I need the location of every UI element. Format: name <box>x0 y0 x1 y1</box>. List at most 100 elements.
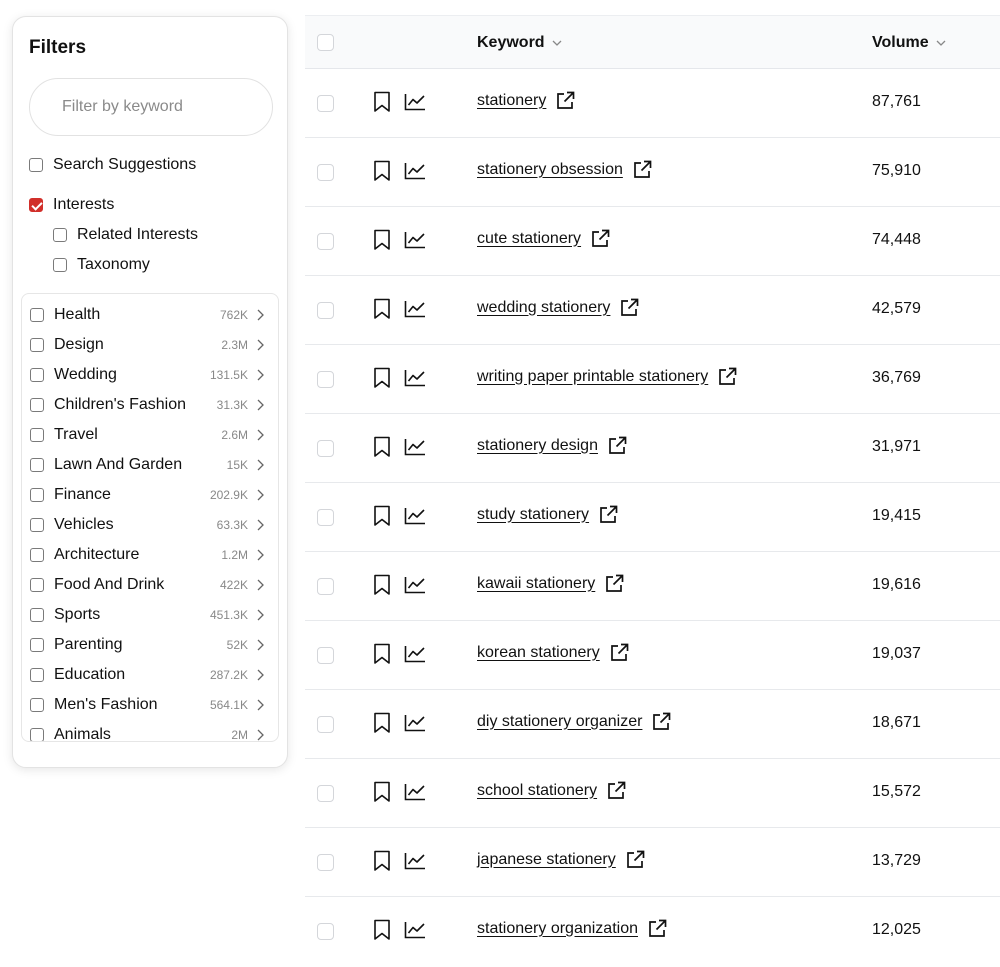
external-link-icon[interactable] <box>608 436 627 455</box>
bookmark-icon[interactable] <box>373 712 391 734</box>
trend-chart-icon[interactable] <box>404 783 426 801</box>
chevron-down-icon[interactable] <box>552 40 562 46</box>
interest-checkbox[interactable] <box>30 488 44 502</box>
interest-item-finance[interactable]: Finance 202.9K <box>22 480 278 510</box>
row-checkbox[interactable] <box>317 440 334 457</box>
external-link-icon[interactable] <box>605 574 624 593</box>
keyword-link[interactable]: kawaii stationery <box>477 575 595 593</box>
external-link-icon[interactable] <box>620 298 639 317</box>
trend-chart-icon[interactable] <box>404 507 426 525</box>
interest-item-travel[interactable]: Travel 2.6M <box>22 420 278 450</box>
trend-chart-icon[interactable] <box>404 921 426 939</box>
interest-checkbox[interactable] <box>30 638 44 652</box>
bookmark-icon[interactable] <box>373 919 391 941</box>
external-link-icon[interactable] <box>607 781 626 800</box>
keyword-link[interactable]: stationery obsession <box>477 161 623 179</box>
row-checkbox[interactable] <box>317 785 334 802</box>
trend-chart-icon[interactable] <box>404 300 426 318</box>
row-checkbox[interactable] <box>317 95 334 112</box>
chevron-right-icon[interactable] <box>257 639 264 651</box>
chevron-right-icon[interactable] <box>257 309 264 321</box>
external-link-icon[interactable] <box>626 850 645 869</box>
bookmark-icon[interactable] <box>373 91 391 113</box>
interest-item-health[interactable]: Health 762K <box>22 300 278 330</box>
select-all-checkbox[interactable] <box>317 34 334 51</box>
row-checkbox[interactable] <box>317 371 334 388</box>
related-interests-checkbox[interactable] <box>53 228 67 242</box>
trend-chart-icon[interactable] <box>404 714 426 732</box>
related-interests-option[interactable]: Related Interests <box>53 226 198 244</box>
interest-checkbox[interactable] <box>30 728 44 741</box>
trend-chart-icon[interactable] <box>404 852 426 870</box>
trend-chart-icon[interactable] <box>404 369 426 387</box>
interest-checkbox[interactable] <box>30 428 44 442</box>
interest-checkbox[interactable] <box>30 548 44 562</box>
interest-item-childrens-fashion[interactable]: Children's Fashion 31.3K <box>22 390 278 420</box>
keyword-link[interactable]: school stationery <box>477 782 597 800</box>
chevron-right-icon[interactable] <box>257 549 264 561</box>
chevron-right-icon[interactable] <box>257 579 264 591</box>
interest-item-vehicles[interactable]: Vehicles 63.3K <box>22 510 278 540</box>
trend-chart-icon[interactable] <box>404 645 426 663</box>
interest-item-mens-fashion[interactable]: Men's Fashion 564.1K <box>22 690 278 720</box>
trend-chart-icon[interactable] <box>404 93 426 111</box>
search-suggestions-checkbox[interactable] <box>29 158 43 172</box>
external-link-icon[interactable] <box>718 367 737 386</box>
chevron-right-icon[interactable] <box>257 609 264 621</box>
keyword-link[interactable]: study stationery <box>477 506 589 524</box>
chevron-right-icon[interactable] <box>257 459 264 471</box>
interests-option[interactable]: Interests <box>29 196 114 214</box>
interests-list[interactable]: Health 762K Design 2.3M Wedding 131.5K C… <box>21 293 279 742</box>
row-checkbox[interactable] <box>317 647 334 664</box>
chevron-right-icon[interactable] <box>257 489 264 501</box>
taxonomy-option[interactable]: Taxonomy <box>53 256 150 274</box>
bookmark-icon[interactable] <box>373 160 391 182</box>
interest-checkbox[interactable] <box>30 458 44 472</box>
row-checkbox[interactable] <box>317 854 334 871</box>
keyword-link[interactable]: cute stationery <box>477 230 581 248</box>
row-checkbox[interactable] <box>317 923 334 940</box>
chevron-right-icon[interactable] <box>257 399 264 411</box>
trend-chart-icon[interactable] <box>404 438 426 456</box>
chevron-right-icon[interactable] <box>257 729 264 741</box>
external-link-icon[interactable] <box>633 160 652 179</box>
interest-checkbox[interactable] <box>30 308 44 322</box>
external-link-icon[interactable] <box>652 712 671 731</box>
chevron-right-icon[interactable] <box>257 429 264 441</box>
external-link-icon[interactable] <box>591 229 610 248</box>
keyword-link[interactable]: korean stationery <box>477 644 600 662</box>
volume-column-header[interactable]: Volume <box>872 34 946 52</box>
chevron-right-icon[interactable] <box>257 519 264 531</box>
row-checkbox[interactable] <box>317 578 334 595</box>
interest-checkbox[interactable] <box>30 578 44 592</box>
external-link-icon[interactable] <box>556 91 575 110</box>
keyword-column-header[interactable]: Keyword <box>477 34 562 52</box>
interest-checkbox[interactable] <box>30 608 44 622</box>
trend-chart-icon[interactable] <box>404 576 426 594</box>
bookmark-icon[interactable] <box>373 643 391 665</box>
interest-checkbox[interactable] <box>30 398 44 412</box>
keyword-link[interactable]: stationery <box>477 92 546 110</box>
keyword-link[interactable]: japanese stationery <box>477 851 616 869</box>
row-checkbox[interactable] <box>317 509 334 526</box>
keyword-link[interactable]: writing paper printable stationery <box>477 368 708 386</box>
interest-checkbox[interactable] <box>30 668 44 682</box>
bookmark-icon[interactable] <box>373 229 391 251</box>
row-checkbox[interactable] <box>317 302 334 319</box>
interest-item-wedding[interactable]: Wedding 131.5K <box>22 360 278 390</box>
interest-item-design[interactable]: Design 2.3M <box>22 330 278 360</box>
interest-item-education[interactable]: Education 287.2K <box>22 660 278 690</box>
interests-checkbox[interactable] <box>29 198 43 212</box>
interest-checkbox[interactable] <box>30 338 44 352</box>
taxonomy-checkbox[interactable] <box>53 258 67 272</box>
external-link-icon[interactable] <box>648 919 667 938</box>
keyword-link[interactable]: diy stationery organizer <box>477 713 642 731</box>
keyword-link[interactable]: wedding stationery <box>477 299 610 317</box>
trend-chart-icon[interactable] <box>404 231 426 249</box>
keyword-link[interactable]: stationery design <box>477 437 598 455</box>
bookmark-icon[interactable] <box>373 574 391 596</box>
bookmark-icon[interactable] <box>373 436 391 458</box>
bookmark-icon[interactable] <box>373 298 391 320</box>
external-link-icon[interactable] <box>599 505 618 524</box>
row-checkbox[interactable] <box>317 164 334 181</box>
